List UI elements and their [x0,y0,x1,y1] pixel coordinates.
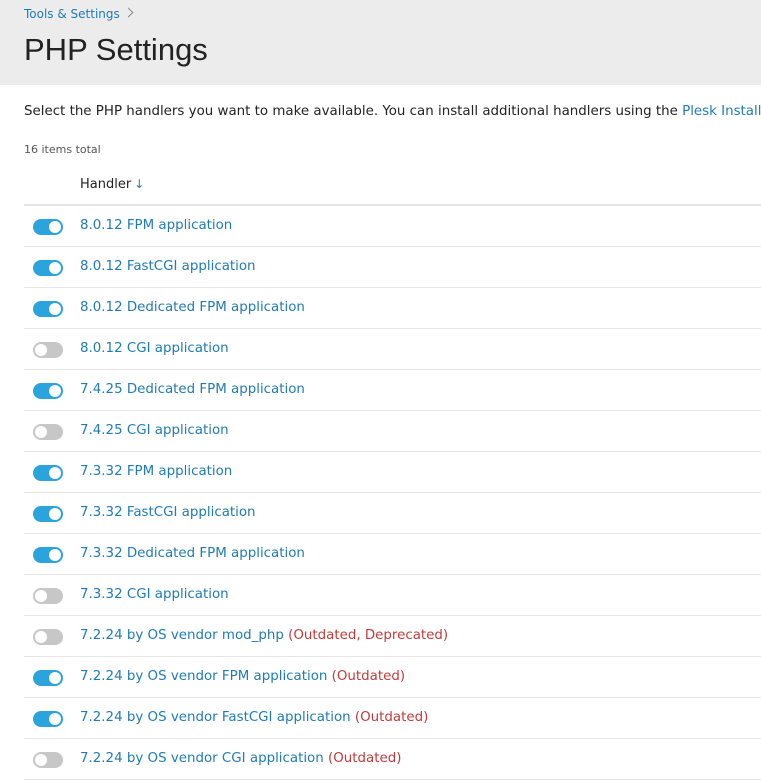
handler-toggle[interactable] [33,260,63,276]
handler-cell: 7.3.32 Dedicated FPM application [80,545,305,563]
handler-cell: 8.0.12 FPM application [80,217,232,235]
handler-toggle[interactable] [33,383,63,399]
handler-toggle[interactable] [33,219,63,235]
toggle-knob [49,303,61,315]
toggle-knob [35,344,47,356]
handler-cell: 7.2.24 by OS vendor CGI application (Out… [80,750,401,768]
handler-cell: 7.3.32 FPM application [80,463,232,481]
handler-toggle[interactable] [33,424,63,440]
table-row: 7.2.24 by OS vendor CGI application (Out… [24,739,761,780]
toggle-knob [49,221,61,233]
outdated-note: (Outdated) [354,710,429,725]
handler-link[interactable]: 8.0.12 Dedicated FPM application [80,300,305,315]
handler-toggle[interactable] [33,752,63,768]
handler-link[interactable]: 7.2.24 by OS vendor FastCGI application [80,710,351,725]
table-row: 7.4.25 Dedicated FPM application [24,370,761,411]
handler-toggle[interactable] [33,301,63,317]
handler-cell: 7.3.32 CGI application [80,586,229,604]
items-total-count: 16 items total [24,143,101,156]
table-row: 8.0.12 CGI application [24,329,761,370]
breadcrumb: Tools & Settings [24,6,134,22]
toggle-knob [35,631,47,643]
intro-text: Select the PHP handlers you want to make… [24,103,761,121]
table-row: 8.0.12 FPM application [24,206,761,247]
handler-link[interactable]: 7.3.32 CGI application [80,587,229,602]
handler-cell: 7.2.24 by OS vendor mod_php (Outdated, D… [80,627,448,645]
table-body: 8.0.12 FPM application 8.0.12 FastCGI app… [24,206,761,780]
toggle-knob [49,713,61,725]
outdated-note: (Outdated) [331,669,406,684]
table-row: 7.4.25 CGI application [24,411,761,452]
handler-toggle[interactable] [33,711,63,727]
handler-link[interactable]: 8.0.12 FastCGI application [80,259,256,274]
outdated-note: (Outdated) [328,751,402,766]
handler-cell: 8.0.12 FastCGI application [80,258,256,276]
column-header-handler[interactable]: Handler ↓ [80,176,144,193]
handler-toggle[interactable] [33,670,63,686]
table-row: 7.3.32 FPM application [24,452,761,493]
handler-cell: 7.3.32 FastCGI application [80,504,256,522]
toggle-knob [35,426,47,438]
toggle-knob [49,467,61,479]
page-title: PHP Settings [24,32,208,67]
handler-cell: 8.0.12 Dedicated FPM application [80,299,305,317]
handler-cell: 7.4.25 Dedicated FPM application [80,381,305,399]
handler-link[interactable]: 7.4.25 CGI application [80,423,229,438]
handler-link[interactable]: 8.0.12 FPM application [80,218,232,233]
toggle-knob [49,672,61,684]
handler-toggle[interactable] [33,342,63,358]
outdated-note: (Outdated, Deprecated) [288,628,449,643]
handler-cell: 8.0.12 CGI application [80,340,229,358]
toggle-knob [49,262,61,274]
toggle-knob [49,385,61,397]
sort-down-arrow-icon: ↓ [134,177,145,191]
table-row: 7.2.24 by OS vendor mod_php (Outdated, D… [24,616,761,657]
table-row: 8.0.12 FastCGI application [24,247,761,288]
toggle-knob [35,754,47,766]
toggle-knob [35,590,47,602]
handler-link[interactable]: 7.2.24 by OS vendor FPM application [80,669,327,684]
table-row: 7.2.24 by OS vendor FPM application (Out… [24,657,761,698]
handler-cell: 7.2.24 by OS vendor FastCGI application … [80,709,428,727]
table-row: 7.3.32 Dedicated FPM application [24,534,761,575]
handler-toggle[interactable] [33,547,63,563]
handler-link[interactable]: 7.2.24 by OS vendor CGI application [80,751,324,766]
toggle-knob [49,508,61,520]
breadcrumb-tools-settings[interactable]: Tools & Settings [24,7,120,21]
handler-link[interactable]: 7.3.32 FastCGI application [80,505,256,520]
table-row: 7.3.32 FastCGI application [24,493,761,534]
chevron-right-icon [123,7,134,18]
intro-text-main: Select the PHP handlers you want to make… [24,104,683,119]
handler-toggle[interactable] [33,629,63,645]
handler-toggle[interactable] [33,465,63,481]
table-row: 7.3.32 CGI application [24,575,761,616]
plesk-installer-link[interactable]: Plesk Installer [682,104,761,119]
handler-cell: 7.4.25 CGI application [80,422,229,440]
handlers-table: Handler ↓ 8.0.12 FPM application 8.0.12 Fa… [24,163,761,780]
table-row: 8.0.12 Dedicated FPM application [24,288,761,329]
handler-link[interactable]: 7.2.24 by OS vendor mod_php [80,628,284,643]
table-row: 7.2.24 by OS vendor FastCGI application … [24,698,761,739]
handler-cell: 7.2.24 by OS vendor FPM application (Out… [80,668,405,686]
handler-link[interactable]: 7.3.32 Dedicated FPM application [80,546,305,561]
handler-link[interactable]: 7.4.25 Dedicated FPM application [80,382,305,397]
page-header: Tools & Settings PHP Settings [0,0,761,85]
toggle-knob [49,549,61,561]
handler-toggle[interactable] [33,588,63,604]
handler-link[interactable]: 7.3.32 FPM application [80,464,232,479]
table-header: Handler ↓ [24,163,761,206]
handler-link[interactable]: 8.0.12 CGI application [80,341,229,356]
handler-toggle[interactable] [33,506,63,522]
column-header-label: Handler [80,177,132,192]
